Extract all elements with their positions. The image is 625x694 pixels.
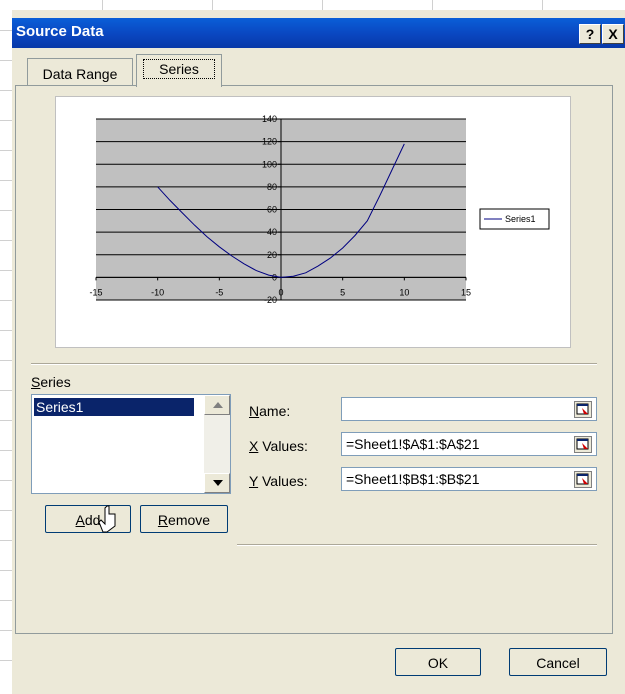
collapse-dialog-button[interactable] (574, 401, 592, 418)
y-tick-label: 60 (267, 205, 277, 215)
arrow-up-icon (213, 402, 223, 408)
line-chart: -20020406080100120140-15 -10 -5 0 5 10 15Serie… (89, 114, 550, 305)
x-tick-label: 5 (340, 287, 345, 297)
x-tick-label: -10 (151, 287, 164, 297)
y-tick-label: 120 (262, 137, 277, 147)
x-tick-label: 10 (399, 287, 409, 297)
collapse-dialog-button[interactable] (574, 436, 592, 453)
name-field[interactable] (341, 397, 597, 421)
title-bar[interactable]: Source Data ? X (12, 18, 625, 48)
collapse-dialog-button[interactable] (574, 471, 592, 488)
y-tick-label: 80 (267, 182, 277, 192)
x-tick-label: 0 (278, 287, 283, 297)
divider (31, 363, 597, 365)
series-list-label: Series (31, 374, 71, 390)
y-values-field[interactable]: =Sheet1!$B$1:$B$21 (341, 467, 597, 491)
x-tick-label: -5 (215, 287, 223, 297)
cancel-button[interactable]: Cancel (509, 648, 607, 676)
list-item[interactable]: Series1 (34, 398, 194, 416)
divider (237, 544, 597, 546)
legend-label: Series1 (505, 214, 536, 224)
close-button[interactable]: X (602, 24, 624, 44)
arrow-down-icon (213, 480, 223, 486)
range-select-icon (576, 438, 589, 450)
scrollbar[interactable] (204, 395, 230, 493)
scroll-up-button[interactable] (204, 395, 230, 415)
x-values-label: X Values: (249, 438, 308, 454)
y-tick-label: 40 (267, 227, 277, 237)
scroll-down-button[interactable] (204, 473, 230, 493)
chart-preview: -20 0 20 40 60 80 100 120 140 -15 -10 -5 0 5 10 15 Serie… (55, 96, 571, 348)
help-button[interactable]: ? (579, 24, 601, 44)
x-tick-label: -15 (89, 287, 102, 297)
tab-series[interactable]: Series (136, 54, 222, 87)
y-values-label: Y Values: (249, 473, 308, 489)
x-tick-label: 15 (461, 287, 471, 297)
range-select-icon (576, 473, 589, 485)
series-listbox[interactable]: Series1 (31, 394, 231, 494)
y-tick-label: 100 (262, 159, 277, 169)
remove-button[interactable]: Remove (140, 505, 228, 533)
y-tick-label: 20 (267, 250, 277, 260)
mouse-cursor-icon (98, 505, 116, 533)
y-tick-label: 0 (272, 272, 277, 282)
ok-button[interactable]: OK (395, 648, 481, 676)
name-label: Name: (249, 403, 291, 419)
y-tick-label: -20 (264, 295, 277, 305)
x-values-field[interactable]: =Sheet1!$A$1:$A$21 (341, 432, 597, 456)
y-tick-label: 140 (262, 114, 277, 124)
dialog-title: Source Data (16, 23, 104, 40)
range-select-icon (576, 403, 589, 415)
